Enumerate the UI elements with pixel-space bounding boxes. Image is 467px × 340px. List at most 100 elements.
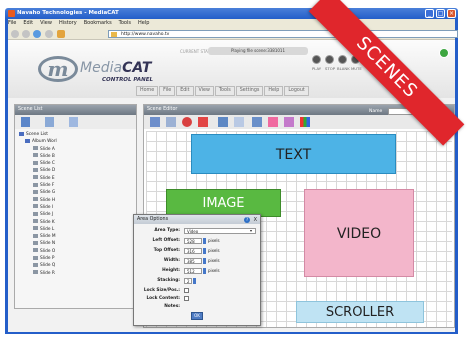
tree-item[interactable]: Album Worl — [17, 138, 121, 145]
tree-item[interactable]: Slide L — [17, 226, 121, 233]
logo-text: MediaCAT — [80, 60, 151, 76]
tree-item[interactable]: Slide Q — [17, 262, 121, 269]
top-offset-spinner[interactable] — [203, 247, 206, 254]
tree-item[interactable]: Slide A — [17, 146, 121, 153]
tree-item[interactable]: Slide M — [17, 233, 121, 240]
play-label: PLAY — [312, 66, 322, 71]
tree-item[interactable]: Slide N — [17, 240, 121, 247]
tree-item[interactable]: Slide H — [17, 197, 121, 204]
tab-help[interactable]: Help — [264, 86, 284, 96]
tree-item-label: Slide P — [40, 256, 55, 262]
left-offset-spinner[interactable] — [203, 237, 206, 244]
menu-item[interactable]: View — [40, 20, 52, 26]
scene-icon — [33, 219, 38, 224]
stop-button[interactable] — [325, 55, 334, 64]
tree-item[interactable]: Slide J — [17, 211, 121, 218]
tree-item[interactable]: Scene List — [17, 131, 121, 138]
add-area-icon[interactable] — [218, 117, 228, 127]
tab-edit[interactable]: Edit — [176, 86, 194, 96]
minimize-button[interactable]: _ — [425, 9, 434, 18]
tree-item[interactable]: Slide O — [17, 248, 121, 255]
ok-button[interactable]: OK — [191, 312, 203, 320]
delete-icon[interactable] — [198, 117, 208, 127]
tree-item[interactable]: Slide P — [17, 255, 121, 262]
grid-icon[interactable] — [268, 117, 278, 127]
menu-item[interactable]: Bookmarks — [84, 20, 112, 26]
new-scene-icon[interactable] — [21, 117, 30, 127]
menu-item[interactable]: Help — [138, 20, 149, 26]
forward-icon[interactable] — [22, 30, 30, 38]
top-offset-input[interactable]: 316 — [184, 247, 202, 254]
tree-item-label: Slide F — [40, 183, 55, 189]
tab-view[interactable]: View — [194, 86, 214, 96]
width-unit: pixels — [208, 258, 220, 263]
tree-item-label: Album Worl — [32, 139, 57, 145]
video-region[interactable]: VIDEO — [304, 189, 414, 277]
width-input[interactable]: 385 — [184, 257, 202, 264]
stacking-input[interactable]: 2 — [184, 277, 192, 284]
tree-item[interactable]: Slide D — [17, 167, 121, 174]
left-offset-unit: pixels — [208, 238, 220, 243]
scene-tree: Scene List Album Worl Slide A Slide B Slide … — [17, 131, 121, 277]
area-type-select[interactable]: Video — [184, 227, 256, 234]
menu-item[interactable]: Tools — [119, 20, 131, 26]
dialog-close-icon[interactable]: X — [254, 216, 257, 225]
close-button[interactable]: × — [447, 9, 456, 18]
reload-icon[interactable] — [33, 30, 41, 38]
height-spinner[interactable] — [203, 267, 206, 274]
tree-item[interactable]: Slide R — [17, 270, 121, 277]
tab-home[interactable]: Home — [136, 86, 159, 96]
tree-item-label: Slide L — [40, 226, 55, 232]
menu-item[interactable]: History — [59, 20, 77, 26]
layout-icon[interactable] — [284, 117, 294, 127]
tab-settings[interactable]: Settings — [235, 86, 264, 96]
menu-item[interactable]: Edit — [23, 20, 33, 26]
left-offset-input[interactable]: 528 — [184, 237, 202, 244]
help-icon[interactable]: ? — [244, 216, 250, 223]
width-spinner[interactable] — [203, 257, 206, 264]
color-icon[interactable] — [300, 117, 310, 127]
tree-item-label: Slide Q — [40, 263, 56, 269]
lock-content-checkbox[interactable] — [184, 296, 189, 301]
tab-logout[interactable]: Logout — [284, 86, 309, 96]
home-icon[interactable] — [57, 30, 65, 38]
stacking-spinner[interactable] — [193, 277, 196, 284]
text-region[interactable]: TEXT — [191, 134, 396, 174]
address-bar[interactable]: http://www.navaho.tv — [108, 30, 458, 38]
properties-icon[interactable] — [252, 117, 262, 127]
tree-item-label: Slide K — [40, 219, 55, 225]
image-region[interactable]: IMAGE — [166, 189, 281, 217]
stacking-label: Stacking: — [157, 278, 180, 283]
tree-item[interactable]: Slide B — [17, 153, 121, 160]
stop-record-icon[interactable] — [182, 117, 192, 127]
scroller-region[interactable]: SCROLLER — [296, 301, 424, 323]
tab-tools[interactable]: Tools — [214, 86, 235, 96]
favicon-icon — [111, 32, 117, 37]
lock-size-checkbox[interactable] — [184, 288, 189, 293]
delete-scene-icon[interactable] — [69, 117, 78, 127]
blank-button[interactable] — [338, 55, 347, 64]
back-icon[interactable] — [11, 30, 19, 38]
tree-item[interactable]: Slide C — [17, 160, 121, 167]
scene-list-toolbar — [15, 115, 136, 129]
save-icon[interactable] — [150, 117, 160, 127]
tab-file[interactable]: File — [159, 86, 176, 96]
stop-icon[interactable] — [45, 30, 53, 38]
tree-item[interactable]: Slide F — [17, 182, 121, 189]
play-button[interactable] — [312, 55, 321, 64]
height-input[interactable]: 512 — [184, 267, 202, 274]
width-label: Width: — [163, 258, 180, 263]
refresh-icon[interactable] — [166, 117, 176, 127]
move-icon[interactable] — [234, 117, 244, 127]
menu-item[interactable]: File — [8, 20, 16, 26]
scene-icon — [33, 204, 38, 209]
tree-item[interactable]: Slide I — [17, 204, 121, 211]
scene-icon — [33, 197, 38, 202]
list-view-icon[interactable] — [45, 117, 54, 127]
tree-item[interactable]: Slide K — [17, 219, 121, 226]
scene-icon — [33, 255, 38, 260]
tree-item[interactable]: Slide G — [17, 189, 121, 196]
scene-icon — [33, 146, 38, 151]
tree-item[interactable]: Slide E — [17, 175, 121, 182]
maximize-button[interactable]: □ — [436, 9, 445, 18]
